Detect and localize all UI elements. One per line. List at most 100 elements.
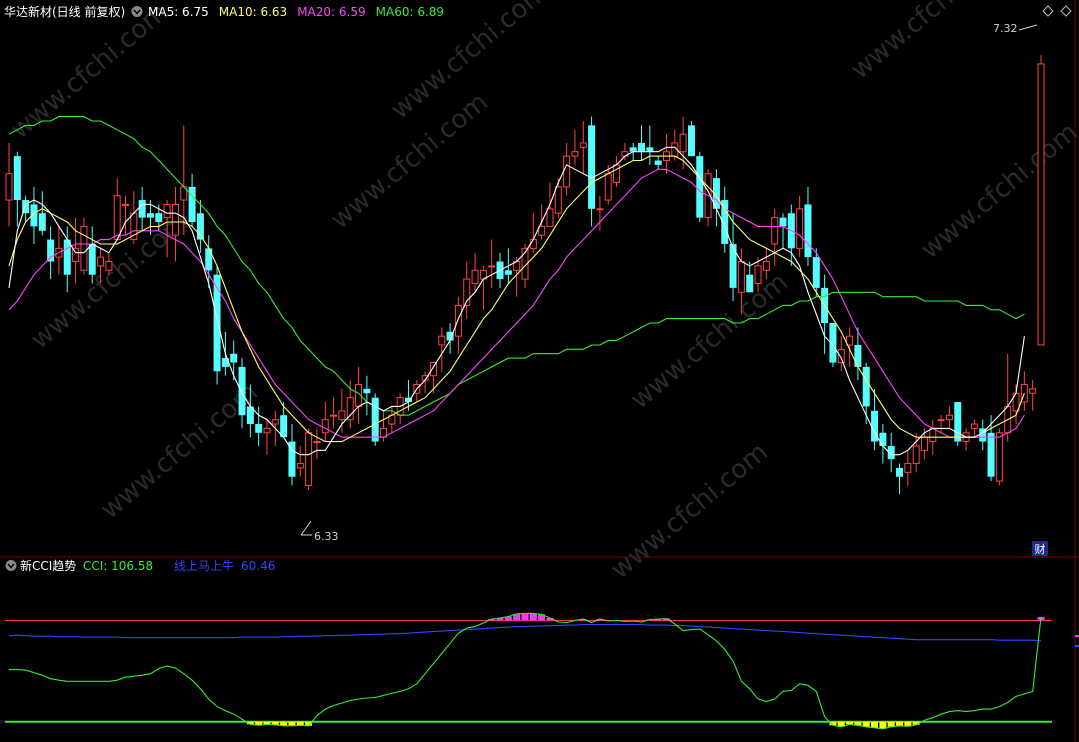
high-price-annotation: 7.32	[993, 22, 1038, 35]
candle-body	[538, 225, 546, 236]
watermark-text: www.cfchi.com	[845, 0, 1014, 85]
finance-badge[interactable]: 财	[1032, 541, 1048, 556]
candle-body	[646, 147, 654, 152]
candle	[804, 186, 812, 266]
candle-body	[554, 186, 562, 214]
candle	[687, 121, 695, 157]
candle-body	[13, 156, 21, 201]
candle-body	[563, 155, 571, 188]
candle-body	[97, 256, 105, 267]
candle-body	[1029, 388, 1037, 394]
candle	[330, 397, 338, 429]
candle	[821, 274, 829, 354]
candle-body	[579, 142, 587, 148]
stock-chart[interactable]: www.cfchi.com www.cfchi.com www.cfchi.com w…	[0, 0, 1079, 742]
candle-body	[488, 265, 496, 268]
candle	[696, 151, 704, 222]
cci-header: 新CCI趋势 CCI: 106.58 线上马上牛 60.46	[5, 558, 275, 573]
candle-body	[995, 432, 1003, 482]
candle-body	[638, 142, 646, 152]
candle-body	[862, 366, 870, 407]
candle	[613, 156, 621, 187]
candle	[712, 169, 720, 227]
candle-body	[113, 195, 121, 241]
candle-body	[987, 432, 995, 477]
candle-body	[754, 265, 762, 284]
ma-legend-item: MA60: 6.89	[376, 5, 444, 19]
candle	[646, 125, 654, 165]
candle	[779, 213, 787, 249]
cci-title: 新CCI趋势	[20, 558, 76, 573]
candle	[846, 327, 854, 367]
candle	[288, 424, 296, 486]
candle-body	[80, 225, 88, 271]
signal-name-label: 线上马上牛	[174, 558, 234, 573]
candle-body	[687, 125, 695, 157]
candle	[47, 226, 55, 280]
candle-body	[171, 203, 179, 236]
watermark-text: www.cfchi.com	[95, 377, 264, 525]
candle-body	[529, 239, 537, 249]
candle-body	[271, 419, 279, 425]
candle	[5, 142, 13, 227]
main-price-plot	[5, 55, 1045, 495]
candle	[1020, 371, 1028, 411]
candle	[529, 213, 537, 253]
candle	[937, 415, 945, 433]
candle	[488, 239, 496, 288]
candle	[679, 116, 687, 170]
chevron-down-icon[interactable]	[5, 560, 17, 571]
candle-body	[321, 419, 329, 434]
expand-diamond-icon[interactable]	[1060, 5, 1072, 17]
candle	[188, 173, 196, 227]
candle	[962, 428, 970, 451]
candle	[305, 428, 313, 490]
candle-body	[812, 257, 820, 288]
candle	[471, 252, 479, 293]
candle-body	[679, 133, 687, 153]
candle-body	[163, 203, 171, 219]
candle-body	[746, 274, 754, 293]
candle-body	[122, 203, 130, 206]
candle	[438, 327, 446, 372]
candle-body	[263, 427, 271, 434]
candle	[138, 186, 146, 231]
candle	[263, 419, 271, 455]
candle-body	[238, 366, 246, 416]
signal-line	[8, 623, 1042, 642]
candle-body	[305, 432, 313, 486]
candle-body	[937, 419, 945, 422]
candle	[22, 195, 30, 222]
candle	[954, 402, 962, 446]
candle-body	[371, 397, 379, 442]
candle	[596, 195, 604, 231]
candle-body	[138, 200, 146, 218]
candle	[55, 226, 63, 275]
right-edge-markers	[1075, 635, 1079, 647]
cci-value-label: CCI: 106.58	[83, 559, 153, 573]
candle-body	[588, 125, 596, 209]
candle-body	[188, 186, 196, 222]
candle-body	[945, 414, 953, 421]
ma10-line	[8, 155, 1025, 443]
finance-badge-label: 财	[1035, 542, 1046, 556]
collapse-diamond-icon[interactable]	[1042, 5, 1054, 17]
candle-body	[155, 213, 163, 222]
candle-body	[1037, 63, 1045, 346]
candle-body	[854, 344, 862, 367]
candle	[338, 388, 346, 433]
candle	[771, 208, 779, 266]
candle	[879, 424, 887, 464]
candle-body	[654, 160, 662, 165]
chevron-down-icon[interactable]	[131, 6, 143, 17]
candle-body	[954, 402, 962, 442]
candle	[1029, 380, 1037, 411]
ma20-line	[8, 168, 1025, 438]
candle-body	[88, 243, 96, 275]
watermark-layer: www.cfchi.com www.cfchi.com www.cfchi.com w…	[5, 0, 1079, 585]
candle-body	[613, 164, 621, 183]
candle-body	[338, 410, 346, 421]
candle	[171, 186, 179, 262]
cci-bull-bar	[521, 613, 529, 621]
candle-body	[896, 467, 904, 477]
